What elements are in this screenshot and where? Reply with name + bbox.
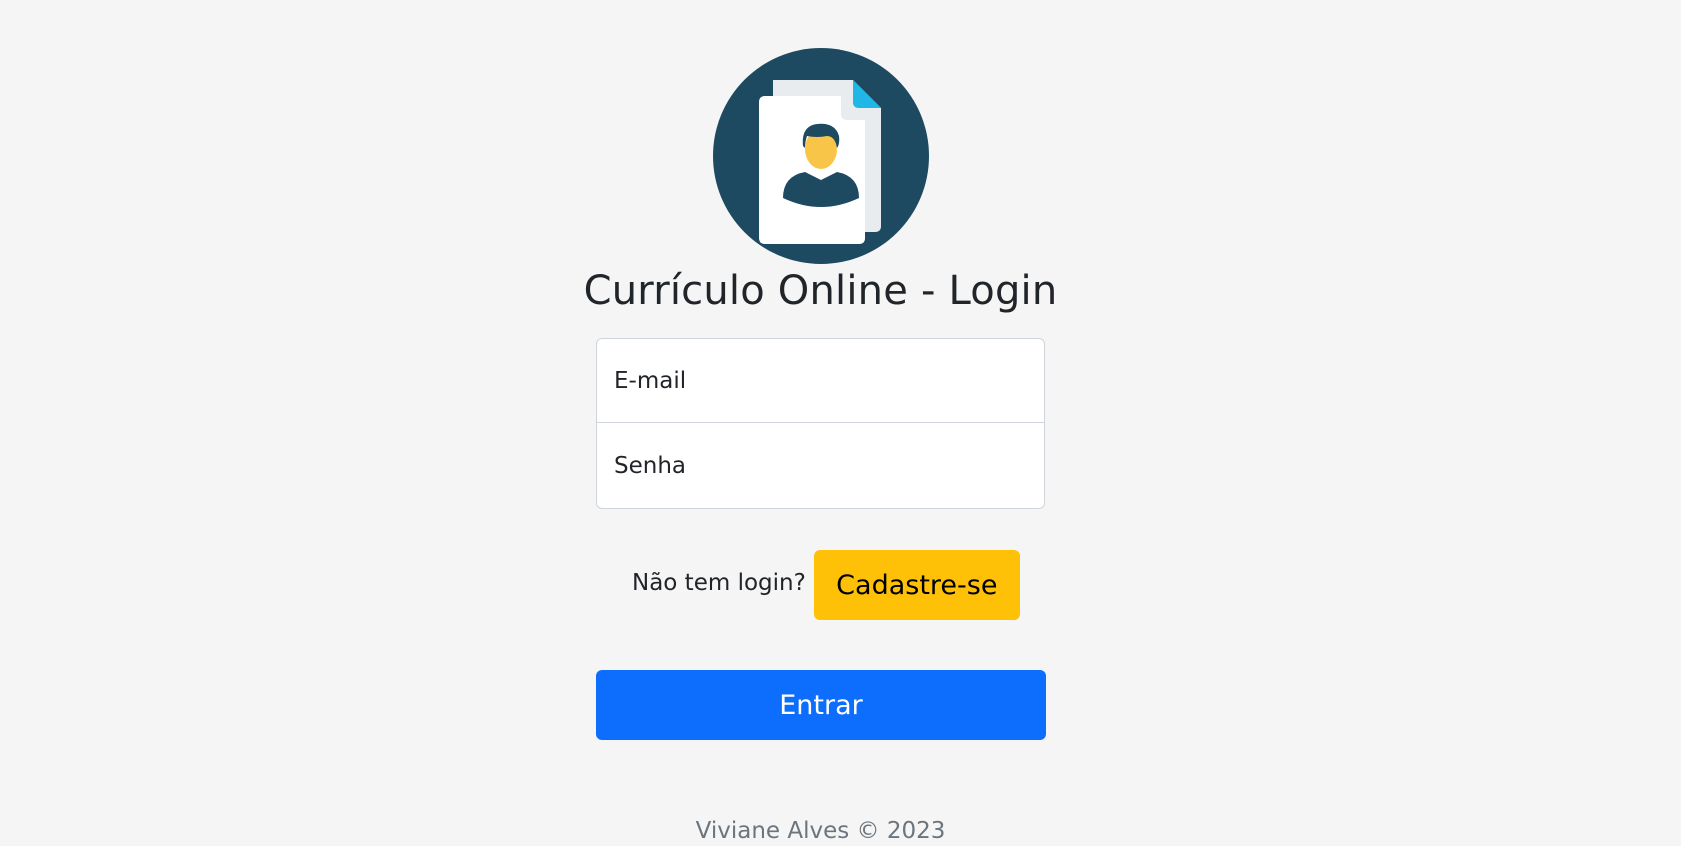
login-page: Currículo Online - Login Não tem login? … <box>0 0 1681 844</box>
signup-prompt: Não tem login? <box>632 570 806 596</box>
signup-button[interactable]: Cadastre-se <box>813 550 1020 620</box>
footer-copyright: Viviane Alves © 2023 <box>695 818 946 844</box>
email-field[interactable] <box>596 338 1045 423</box>
resume-document-icon <box>713 48 929 264</box>
password-field[interactable] <box>596 423 1045 509</box>
signup-row: Não tem login? Cadastre-se <box>632 550 1020 620</box>
login-button[interactable]: Entrar <box>596 670 1046 740</box>
page-title: Currículo Online - Login <box>583 268 1058 314</box>
